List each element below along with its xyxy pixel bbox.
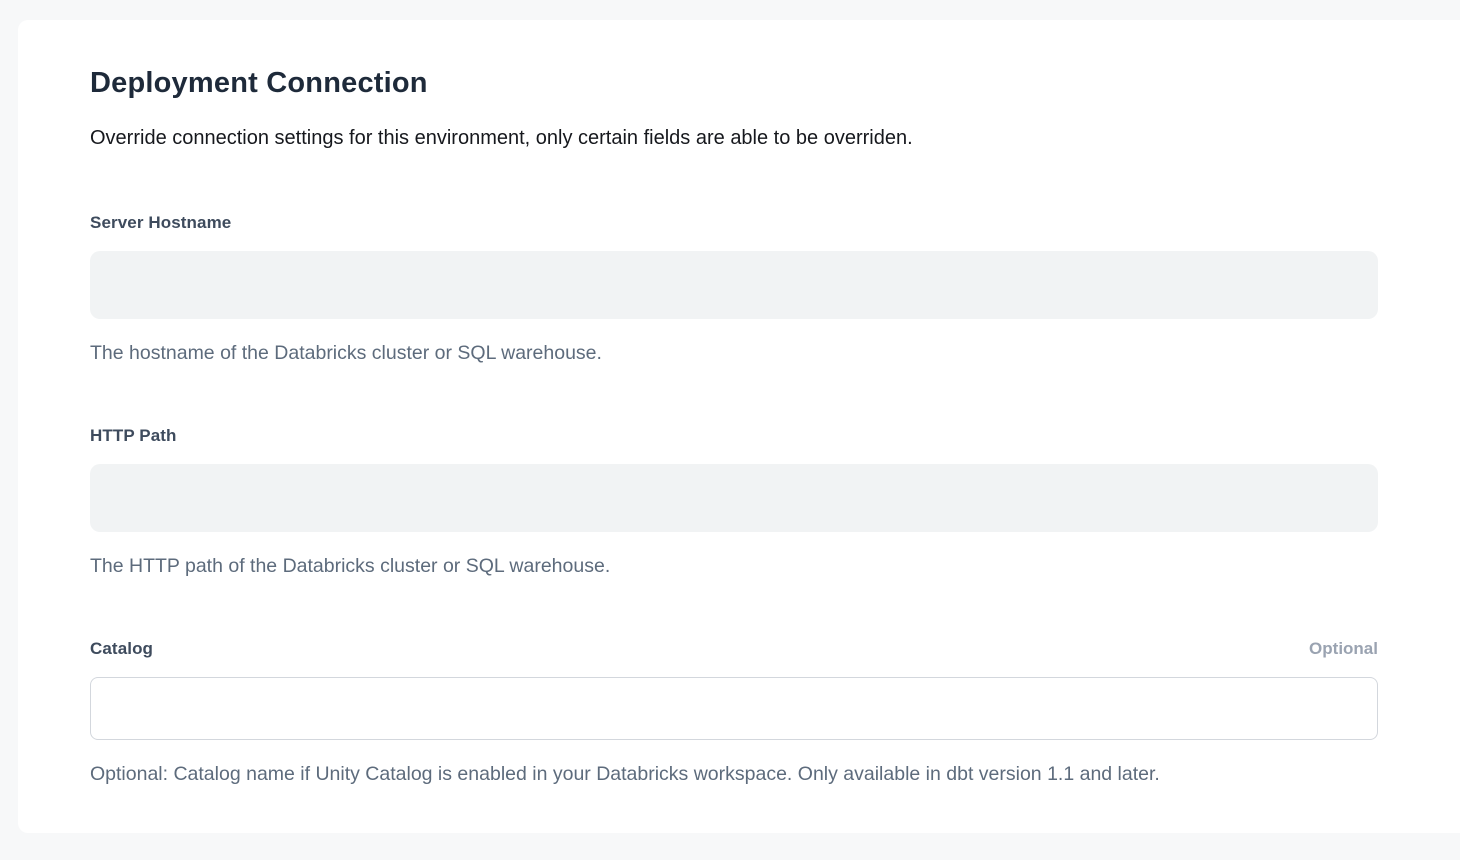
server-hostname-label: Server Hostname: [90, 212, 231, 234]
page-subtitle: Override connection settings for this en…: [90, 124, 1378, 152]
deployment-connection-card: Deployment Connection Override connectio…: [18, 20, 1460, 833]
catalog-help: Optional: Catalog name if Unity Catalog …: [90, 762, 1378, 786]
catalog-optional-badge: Optional: [1309, 638, 1378, 660]
server-hostname-input: [90, 251, 1378, 319]
http-path-label: HTTP Path: [90, 425, 177, 447]
field-catalog: Catalog Optional Optional: Catalog name …: [90, 638, 1378, 786]
page-title: Deployment Connection: [90, 66, 1378, 100]
catalog-input[interactable]: [90, 677, 1378, 740]
server-hostname-help: The hostname of the Databricks cluster o…: [90, 341, 1378, 365]
field-server-hostname: Server Hostname The hostname of the Data…: [90, 212, 1378, 365]
catalog-label: Catalog: [90, 638, 153, 660]
http-path-help: The HTTP path of the Databricks cluster …: [90, 554, 1378, 578]
field-http-path: HTTP Path The HTTP path of the Databrick…: [90, 425, 1378, 578]
http-path-input: [90, 464, 1378, 532]
